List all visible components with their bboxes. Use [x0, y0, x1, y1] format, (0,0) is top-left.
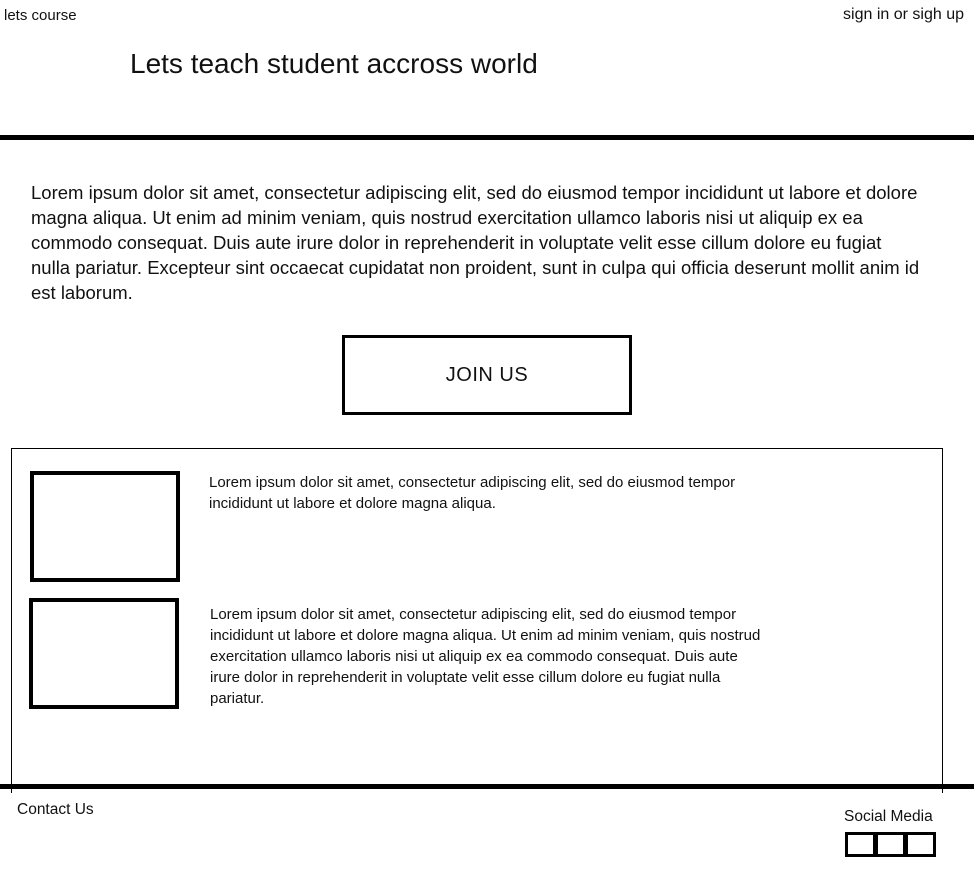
feature-text: Lorem ipsum dolor sit amet, consectetur … — [209, 474, 736, 512]
intro-paragraph: Lorem ipsum dolor sit amet, consectetur … — [31, 182, 920, 303]
social-media-icons — [845, 832, 936, 857]
footer-divider — [0, 784, 974, 789]
social-icon[interactable] — [845, 832, 876, 857]
features-panel: Lorem ipsum dolor sit amet, consectetur … — [11, 448, 943, 793]
social-media-label: Social Media — [844, 808, 933, 825]
header-divider — [0, 135, 974, 140]
image-placeholder-icon — [29, 598, 179, 709]
contact-us-link[interactable]: Contact Us — [17, 801, 94, 819]
page-headline: Lets teach student accross world — [130, 48, 538, 79]
feature-text: Lorem ipsum dolor sit amet, consectetur … — [210, 606, 761, 707]
image-placeholder-icon — [30, 471, 180, 582]
brand-link[interactable]: lets course — [4, 7, 77, 24]
sign-in-link[interactable]: sign in or sigh up — [843, 6, 964, 24]
social-icon[interactable] — [875, 832, 906, 857]
page: lets course sign in or sigh up Lets teac… — [0, 0, 974, 876]
social-icon[interactable] — [905, 832, 936, 857]
join-us-button[interactable]: JOIN US — [342, 335, 632, 415]
